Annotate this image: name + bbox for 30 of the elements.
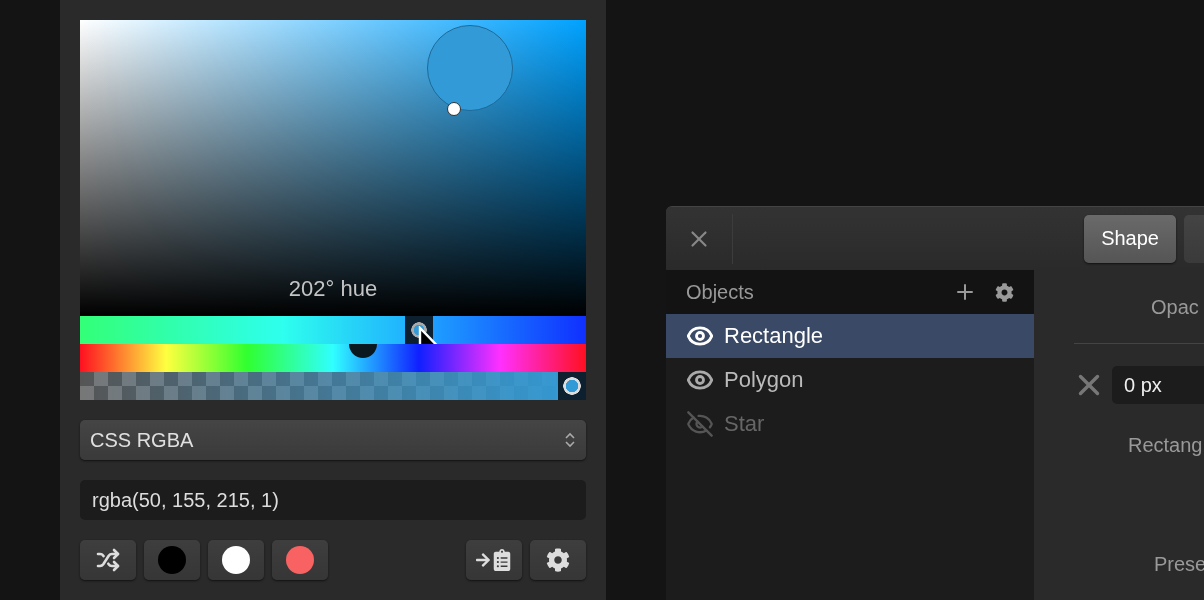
hue-slider-marker[interactable] — [349, 344, 378, 358]
color-value-field[interactable]: rgba(50, 155, 215, 1) — [80, 480, 586, 520]
swatch-button[interactable] — [144, 540, 200, 580]
swatch-button[interactable] — [272, 540, 328, 580]
shuffle-icon — [96, 548, 120, 572]
hue-slider[interactable] — [80, 344, 586, 372]
paste-icon — [475, 549, 513, 571]
settings-icon — [546, 548, 570, 572]
shape-label: Rectang — [1127, 434, 1204, 457]
alpha-slider[interactable] — [80, 372, 586, 400]
format-select[interactable]: CSS RGBA — [80, 420, 586, 460]
opacity-label: Opac — [1150, 296, 1200, 319]
object-row[interactable]: Polygon — [666, 358, 1034, 402]
alpha-handle[interactable] — [558, 372, 586, 400]
chevrons-icon — [564, 431, 576, 449]
hue-label: 202° hue — [287, 276, 379, 302]
settings-button[interactable] — [530, 540, 586, 580]
object-name: Star — [724, 411, 765, 437]
size-field[interactable]: 0 px — [1112, 366, 1204, 404]
shape-tab[interactable]: Shape — [1084, 214, 1176, 263]
paste-button[interactable] — [466, 540, 522, 580]
objects-title: Objects — [686, 280, 755, 304]
color-field[interactable]: 202° hue — [80, 20, 586, 316]
object-name: Polygon — [724, 367, 804, 393]
object-row[interactable]: Rectangle — [666, 314, 1034, 358]
settings-icon[interactable] — [995, 282, 1014, 302]
swatch-button[interactable] — [208, 540, 264, 580]
fine-hue-slider[interactable] — [80, 316, 586, 344]
object-name: Rectangle — [724, 323, 824, 349]
random-button[interactable] — [80, 540, 136, 580]
